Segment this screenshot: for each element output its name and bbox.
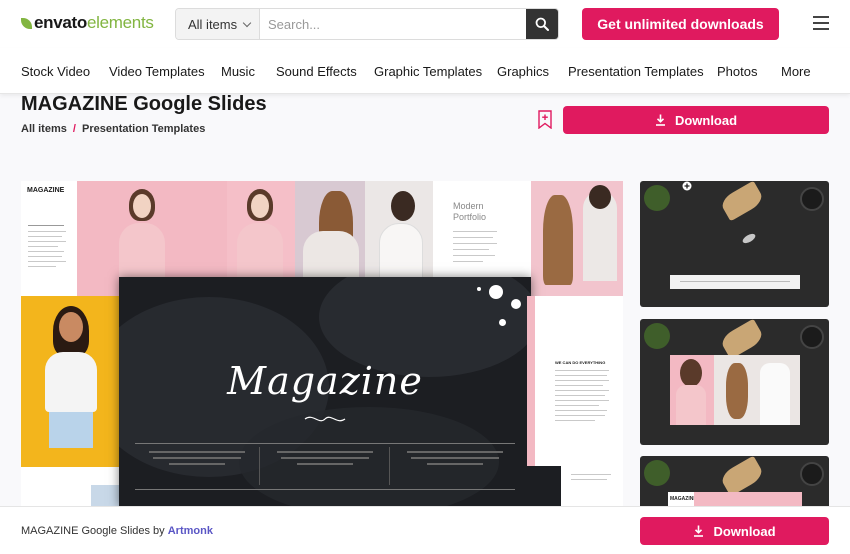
- nav-item-photos[interactable]: Photos: [717, 64, 757, 79]
- logo-suffix-text: elements: [87, 13, 154, 32]
- credit-prefix: MAGAZINE Google Slides by: [21, 525, 165, 537]
- download-icon: [694, 525, 704, 537]
- top-bar: envatoelements All items Get unlimited d…: [0, 0, 850, 48]
- sticky-footer: MAGAZINE Google Slides by Artmonk Downlo…: [0, 506, 850, 554]
- preview-side-heading: WE CAN DO EVERYTHING: [555, 360, 606, 365]
- nav-item-sound-effects[interactable]: Sound Effects: [276, 64, 357, 79]
- chevron-down-icon: [242, 18, 252, 27]
- preview-script-title: Magazine: [227, 359, 423, 403]
- nav-item-music[interactable]: Music: [221, 64, 255, 79]
- nav-item-more[interactable]: More: [781, 64, 811, 79]
- search-category-label: All items: [188, 16, 238, 32]
- preview-photo-5: [531, 181, 623, 296]
- download-button-label: Download: [674, 112, 738, 128]
- thumbnail-3-label: MAGAZINE: [670, 496, 697, 502]
- main-preview-image[interactable]: MAGAZINE Modern Portfolio Magazine WE CA…: [21, 181, 623, 507]
- search-bar: All items: [175, 8, 559, 40]
- footer-download-label: Download: [713, 523, 776, 539]
- zoom-plus-icon[interactable]: [682, 181, 692, 191]
- breadcrumb-presentation-templates[interactable]: Presentation Templates: [82, 123, 205, 135]
- bookmark-add-icon[interactable]: [538, 110, 552, 129]
- logo-main-text: envato: [34, 13, 87, 32]
- menu-icon[interactable]: [813, 16, 829, 30]
- ornament-icon: [304, 416, 346, 422]
- breadcrumb-separator: /: [72, 123, 76, 135]
- footer-download-button[interactable]: Download: [640, 517, 829, 545]
- category-nav: Stock Video Video Templates Music Sound …: [0, 48, 850, 94]
- author-link[interactable]: Artmonk: [168, 525, 213, 537]
- preview-title-slide: Magazine: [119, 277, 531, 507]
- breadcrumb-all-items[interactable]: All items: [21, 123, 67, 135]
- get-unlimited-downloads-button[interactable]: Get unlimited downloads: [582, 8, 779, 40]
- preview-right-page: WE CAN DO EVERYTHING: [527, 296, 623, 507]
- thumbnail-2[interactable]: [640, 319, 829, 445]
- item-credit: MAGAZINE Google Slides by Artmonk: [21, 525, 213, 537]
- envato-elements-logo[interactable]: envato elements: [21, 13, 154, 33]
- nav-item-graphic-templates[interactable]: Graphic Templates: [374, 64, 482, 79]
- breadcrumb: All items / Presentation Templates: [21, 123, 205, 135]
- nav-item-presentation-templates[interactable]: Presentation Templates: [568, 64, 704, 79]
- search-input[interactable]: [260, 9, 526, 39]
- preview-brand-label: MAGAZINE: [27, 187, 65, 194]
- nav-item-graphics[interactable]: Graphics: [497, 64, 549, 79]
- nav-item-stock-video[interactable]: Stock Video: [21, 64, 90, 79]
- page-title: MAGAZINE Google Slides: [21, 93, 267, 115]
- nav-item-video-templates[interactable]: Video Templates: [109, 64, 205, 79]
- preview-yellow-photo: [21, 296, 119, 467]
- preview-portfolio-line2: Portfolio: [453, 212, 487, 222]
- download-icon: [655, 114, 665, 126]
- download-button[interactable]: Download: [563, 106, 829, 134]
- preview-left-page: MAGAZINE: [21, 181, 77, 296]
- thumbnail-1[interactable]: [640, 181, 829, 307]
- search-category-dropdown[interactable]: All items: [176, 9, 260, 39]
- leaf-icon: [21, 17, 32, 29]
- thumbnail-3[interactable]: MAGAZINE: [640, 456, 829, 506]
- search-icon: [535, 17, 549, 31]
- search-button[interactable]: [526, 9, 558, 39]
- preview-portfolio-line1: Modern: [453, 201, 484, 211]
